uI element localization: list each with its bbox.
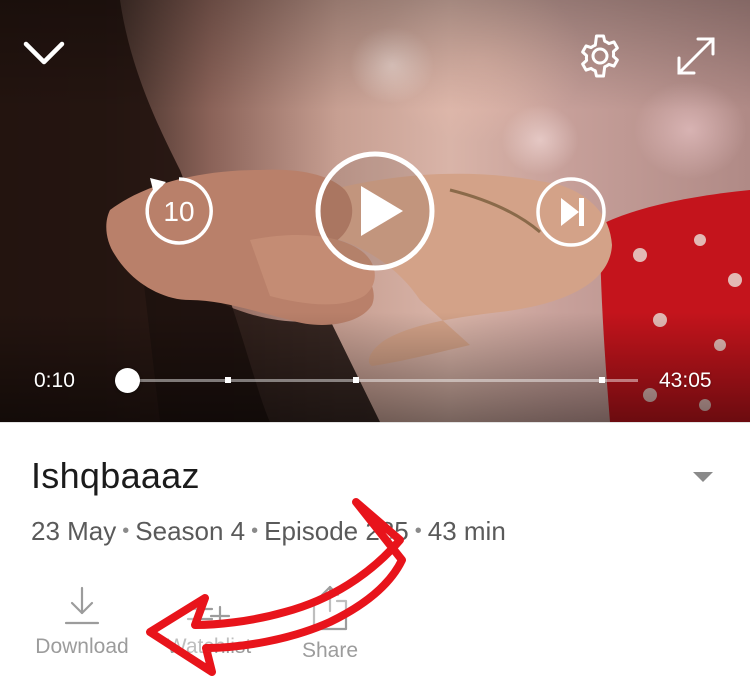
chapter-marker: [599, 377, 606, 383]
separator-dot: •: [414, 520, 422, 542]
expand-icon[interactable]: [674, 34, 718, 78]
separator-dot: •: [251, 520, 259, 542]
next-episode-icon[interactable]: [535, 176, 607, 248]
download-icon: [64, 586, 100, 625]
seek-bar[interactable]: [125, 377, 638, 383]
show-title: Ishqbaaaz: [31, 455, 200, 496]
chapter-marker: [352, 377, 359, 383]
share-button[interactable]: Share: [298, 585, 362, 663]
chevron-down-icon[interactable]: [22, 38, 66, 68]
rewind-button[interactable]: 10: [140, 172, 218, 250]
video-player[interactable]: 10 0:10 43:05: [0, 0, 750, 422]
duration: 43:05: [659, 369, 712, 392]
gear-icon[interactable]: [576, 32, 624, 80]
download-label: Download: [35, 635, 129, 658]
current-time: 0:10: [34, 369, 75, 392]
play-icon[interactable]: [314, 150, 436, 272]
season: Season 4: [135, 516, 246, 546]
episode-meta: 23 May • Season 4 • Episode 285 • 43 min: [31, 516, 506, 547]
caret-down-icon[interactable]: [693, 472, 713, 482]
seek-thumb[interactable]: [115, 368, 141, 393]
share-icon: [312, 585, 348, 631]
divider: [0, 422, 750, 423]
bottom-gradient: [0, 312, 750, 422]
episode-number: Episode 285: [264, 516, 409, 546]
air-date: 23 May: [31, 516, 117, 546]
share-label: Share: [301, 639, 359, 662]
chapter-marker: [224, 377, 231, 383]
watchlist-label: Watchlist: [166, 635, 252, 658]
runtime: 43 min: [427, 516, 506, 546]
add-to-list-icon: [186, 605, 231, 627]
separator-dot: •: [122, 520, 130, 542]
download-button[interactable]: Download: [30, 585, 134, 659]
rewind-seconds: 10: [163, 196, 195, 227]
top-gradient: [0, 0, 750, 110]
watchlist-button[interactable]: Watchlist: [160, 585, 258, 659]
